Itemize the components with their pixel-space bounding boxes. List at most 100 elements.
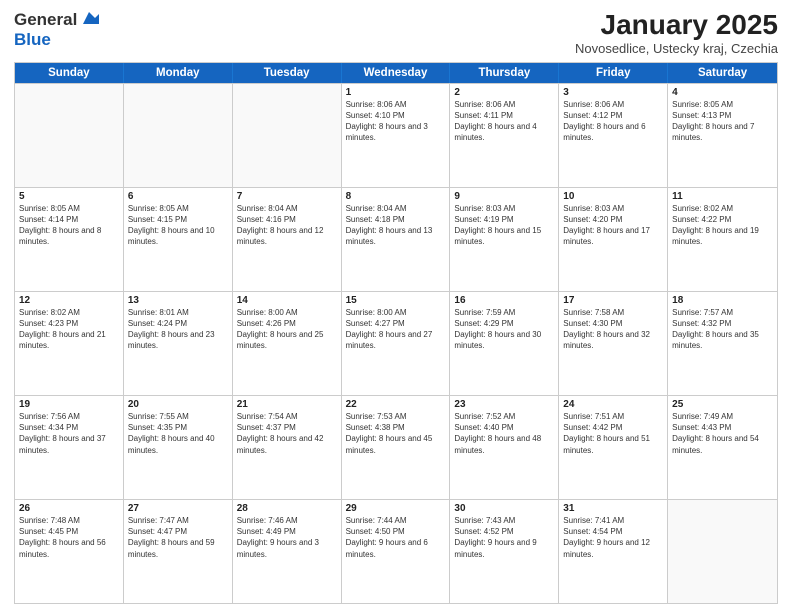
weekday-header-thursday: Thursday bbox=[450, 63, 559, 83]
day-cell-21: 21Sunrise: 7:54 AM Sunset: 4:37 PM Dayli… bbox=[233, 396, 342, 499]
day-info: Sunrise: 7:52 AM Sunset: 4:40 PM Dayligh… bbox=[454, 411, 554, 456]
day-cell-29: 29Sunrise: 7:44 AM Sunset: 4:50 PM Dayli… bbox=[342, 500, 451, 603]
day-cell-28: 28Sunrise: 7:46 AM Sunset: 4:49 PM Dayli… bbox=[233, 500, 342, 603]
title-block: January 2025 Novosedlice, Ustecky kraj, … bbox=[575, 10, 778, 56]
logo-icon bbox=[79, 8, 99, 28]
day-number: 26 bbox=[19, 503, 119, 514]
calendar-title: January 2025 bbox=[575, 10, 778, 41]
day-cell-18: 18Sunrise: 7:57 AM Sunset: 4:32 PM Dayli… bbox=[668, 292, 777, 395]
day-info: Sunrise: 8:02 AM Sunset: 4:23 PM Dayligh… bbox=[19, 307, 119, 352]
day-number: 15 bbox=[346, 295, 446, 306]
day-info: Sunrise: 7:56 AM Sunset: 4:34 PM Dayligh… bbox=[19, 411, 119, 456]
calendar-row-4: 26Sunrise: 7:48 AM Sunset: 4:45 PM Dayli… bbox=[15, 499, 777, 603]
day-number: 22 bbox=[346, 399, 446, 410]
day-number: 20 bbox=[128, 399, 228, 410]
day-number: 30 bbox=[454, 503, 554, 514]
day-number: 5 bbox=[19, 191, 119, 202]
day-cell-10: 10Sunrise: 8:03 AM Sunset: 4:20 PM Dayli… bbox=[559, 188, 668, 291]
day-info: Sunrise: 8:05 AM Sunset: 4:15 PM Dayligh… bbox=[128, 203, 228, 248]
day-cell-25: 25Sunrise: 7:49 AM Sunset: 4:43 PM Dayli… bbox=[668, 396, 777, 499]
calendar-subtitle: Novosedlice, Ustecky kraj, Czechia bbox=[575, 41, 778, 56]
day-info: Sunrise: 7:49 AM Sunset: 4:43 PM Dayligh… bbox=[672, 411, 773, 456]
day-number: 19 bbox=[19, 399, 119, 410]
day-cell-empty-4-6 bbox=[668, 500, 777, 603]
logo-blue-text: Blue bbox=[14, 30, 99, 50]
day-info: Sunrise: 7:53 AM Sunset: 4:38 PM Dayligh… bbox=[346, 411, 446, 456]
weekday-header-friday: Friday bbox=[559, 63, 668, 83]
day-cell-27: 27Sunrise: 7:47 AM Sunset: 4:47 PM Dayli… bbox=[124, 500, 233, 603]
day-number: 7 bbox=[237, 191, 337, 202]
day-cell-11: 11Sunrise: 8:02 AM Sunset: 4:22 PM Dayli… bbox=[668, 188, 777, 291]
day-number: 10 bbox=[563, 191, 663, 202]
calendar-header-row: SundayMondayTuesdayWednesdayThursdayFrid… bbox=[15, 63, 777, 83]
weekday-header-monday: Monday bbox=[124, 63, 233, 83]
calendar-body: 1Sunrise: 8:06 AM Sunset: 4:10 PM Daylig… bbox=[15, 83, 777, 603]
day-cell-5: 5Sunrise: 8:05 AM Sunset: 4:14 PM Daylig… bbox=[15, 188, 124, 291]
day-info: Sunrise: 7:44 AM Sunset: 4:50 PM Dayligh… bbox=[346, 515, 446, 560]
calendar-row-0: 1Sunrise: 8:06 AM Sunset: 4:10 PM Daylig… bbox=[15, 83, 777, 187]
day-cell-12: 12Sunrise: 8:02 AM Sunset: 4:23 PM Dayli… bbox=[15, 292, 124, 395]
day-number: 9 bbox=[454, 191, 554, 202]
day-number: 18 bbox=[672, 295, 773, 306]
day-number: 24 bbox=[563, 399, 663, 410]
day-info: Sunrise: 8:02 AM Sunset: 4:22 PM Dayligh… bbox=[672, 203, 773, 248]
day-cell-1: 1Sunrise: 8:06 AM Sunset: 4:10 PM Daylig… bbox=[342, 84, 451, 187]
day-number: 11 bbox=[672, 191, 773, 202]
day-cell-15: 15Sunrise: 8:00 AM Sunset: 4:27 PM Dayli… bbox=[342, 292, 451, 395]
day-info: Sunrise: 8:04 AM Sunset: 4:16 PM Dayligh… bbox=[237, 203, 337, 248]
day-number: 21 bbox=[237, 399, 337, 410]
day-number: 4 bbox=[672, 87, 773, 98]
day-info: Sunrise: 8:03 AM Sunset: 4:19 PM Dayligh… bbox=[454, 203, 554, 248]
day-cell-empty-0-0 bbox=[15, 84, 124, 187]
day-info: Sunrise: 8:06 AM Sunset: 4:12 PM Dayligh… bbox=[563, 99, 663, 144]
day-cell-14: 14Sunrise: 8:00 AM Sunset: 4:26 PM Dayli… bbox=[233, 292, 342, 395]
calendar-row-3: 19Sunrise: 7:56 AM Sunset: 4:34 PM Dayli… bbox=[15, 395, 777, 499]
day-number: 13 bbox=[128, 295, 228, 306]
day-cell-8: 8Sunrise: 8:04 AM Sunset: 4:18 PM Daylig… bbox=[342, 188, 451, 291]
day-cell-empty-0-1 bbox=[124, 84, 233, 187]
day-info: Sunrise: 8:05 AM Sunset: 4:13 PM Dayligh… bbox=[672, 99, 773, 144]
day-info: Sunrise: 8:06 AM Sunset: 4:11 PM Dayligh… bbox=[454, 99, 554, 144]
day-number: 23 bbox=[454, 399, 554, 410]
day-cell-9: 9Sunrise: 8:03 AM Sunset: 4:19 PM Daylig… bbox=[450, 188, 559, 291]
day-number: 29 bbox=[346, 503, 446, 514]
day-cell-empty-0-2 bbox=[233, 84, 342, 187]
day-number: 27 bbox=[128, 503, 228, 514]
weekday-header-tuesday: Tuesday bbox=[233, 63, 342, 83]
header: General Blue January 2025 Novosedlice, U… bbox=[14, 10, 778, 56]
calendar-row-1: 5Sunrise: 8:05 AM Sunset: 4:14 PM Daylig… bbox=[15, 187, 777, 291]
day-info: Sunrise: 7:47 AM Sunset: 4:47 PM Dayligh… bbox=[128, 515, 228, 560]
day-info: Sunrise: 7:55 AM Sunset: 4:35 PM Dayligh… bbox=[128, 411, 228, 456]
day-info: Sunrise: 8:03 AM Sunset: 4:20 PM Dayligh… bbox=[563, 203, 663, 248]
day-info: Sunrise: 7:41 AM Sunset: 4:54 PM Dayligh… bbox=[563, 515, 663, 560]
weekday-header-saturday: Saturday bbox=[668, 63, 777, 83]
day-number: 25 bbox=[672, 399, 773, 410]
day-cell-3: 3Sunrise: 8:06 AM Sunset: 4:12 PM Daylig… bbox=[559, 84, 668, 187]
day-info: Sunrise: 7:57 AM Sunset: 4:32 PM Dayligh… bbox=[672, 307, 773, 352]
day-info: Sunrise: 7:58 AM Sunset: 4:30 PM Dayligh… bbox=[563, 307, 663, 352]
day-info: Sunrise: 8:00 AM Sunset: 4:27 PM Dayligh… bbox=[346, 307, 446, 352]
day-info: Sunrise: 7:43 AM Sunset: 4:52 PM Dayligh… bbox=[454, 515, 554, 560]
day-number: 16 bbox=[454, 295, 554, 306]
day-number: 28 bbox=[237, 503, 337, 514]
day-number: 14 bbox=[237, 295, 337, 306]
calendar-row-2: 12Sunrise: 8:02 AM Sunset: 4:23 PM Dayli… bbox=[15, 291, 777, 395]
day-number: 2 bbox=[454, 87, 554, 98]
day-number: 1 bbox=[346, 87, 446, 98]
weekday-header-sunday: Sunday bbox=[15, 63, 124, 83]
day-cell-19: 19Sunrise: 7:56 AM Sunset: 4:34 PM Dayli… bbox=[15, 396, 124, 499]
day-info: Sunrise: 8:05 AM Sunset: 4:14 PM Dayligh… bbox=[19, 203, 119, 248]
day-number: 12 bbox=[19, 295, 119, 306]
day-info: Sunrise: 8:04 AM Sunset: 4:18 PM Dayligh… bbox=[346, 203, 446, 248]
day-number: 31 bbox=[563, 503, 663, 514]
day-number: 17 bbox=[563, 295, 663, 306]
day-cell-4: 4Sunrise: 8:05 AM Sunset: 4:13 PM Daylig… bbox=[668, 84, 777, 187]
day-cell-31: 31Sunrise: 7:41 AM Sunset: 4:54 PM Dayli… bbox=[559, 500, 668, 603]
day-cell-13: 13Sunrise: 8:01 AM Sunset: 4:24 PM Dayli… bbox=[124, 292, 233, 395]
day-number: 3 bbox=[563, 87, 663, 98]
day-cell-2: 2Sunrise: 8:06 AM Sunset: 4:11 PM Daylig… bbox=[450, 84, 559, 187]
day-cell-26: 26Sunrise: 7:48 AM Sunset: 4:45 PM Dayli… bbox=[15, 500, 124, 603]
day-info: Sunrise: 7:48 AM Sunset: 4:45 PM Dayligh… bbox=[19, 515, 119, 560]
day-cell-7: 7Sunrise: 8:04 AM Sunset: 4:16 PM Daylig… bbox=[233, 188, 342, 291]
weekday-header-wednesday: Wednesday bbox=[342, 63, 451, 83]
